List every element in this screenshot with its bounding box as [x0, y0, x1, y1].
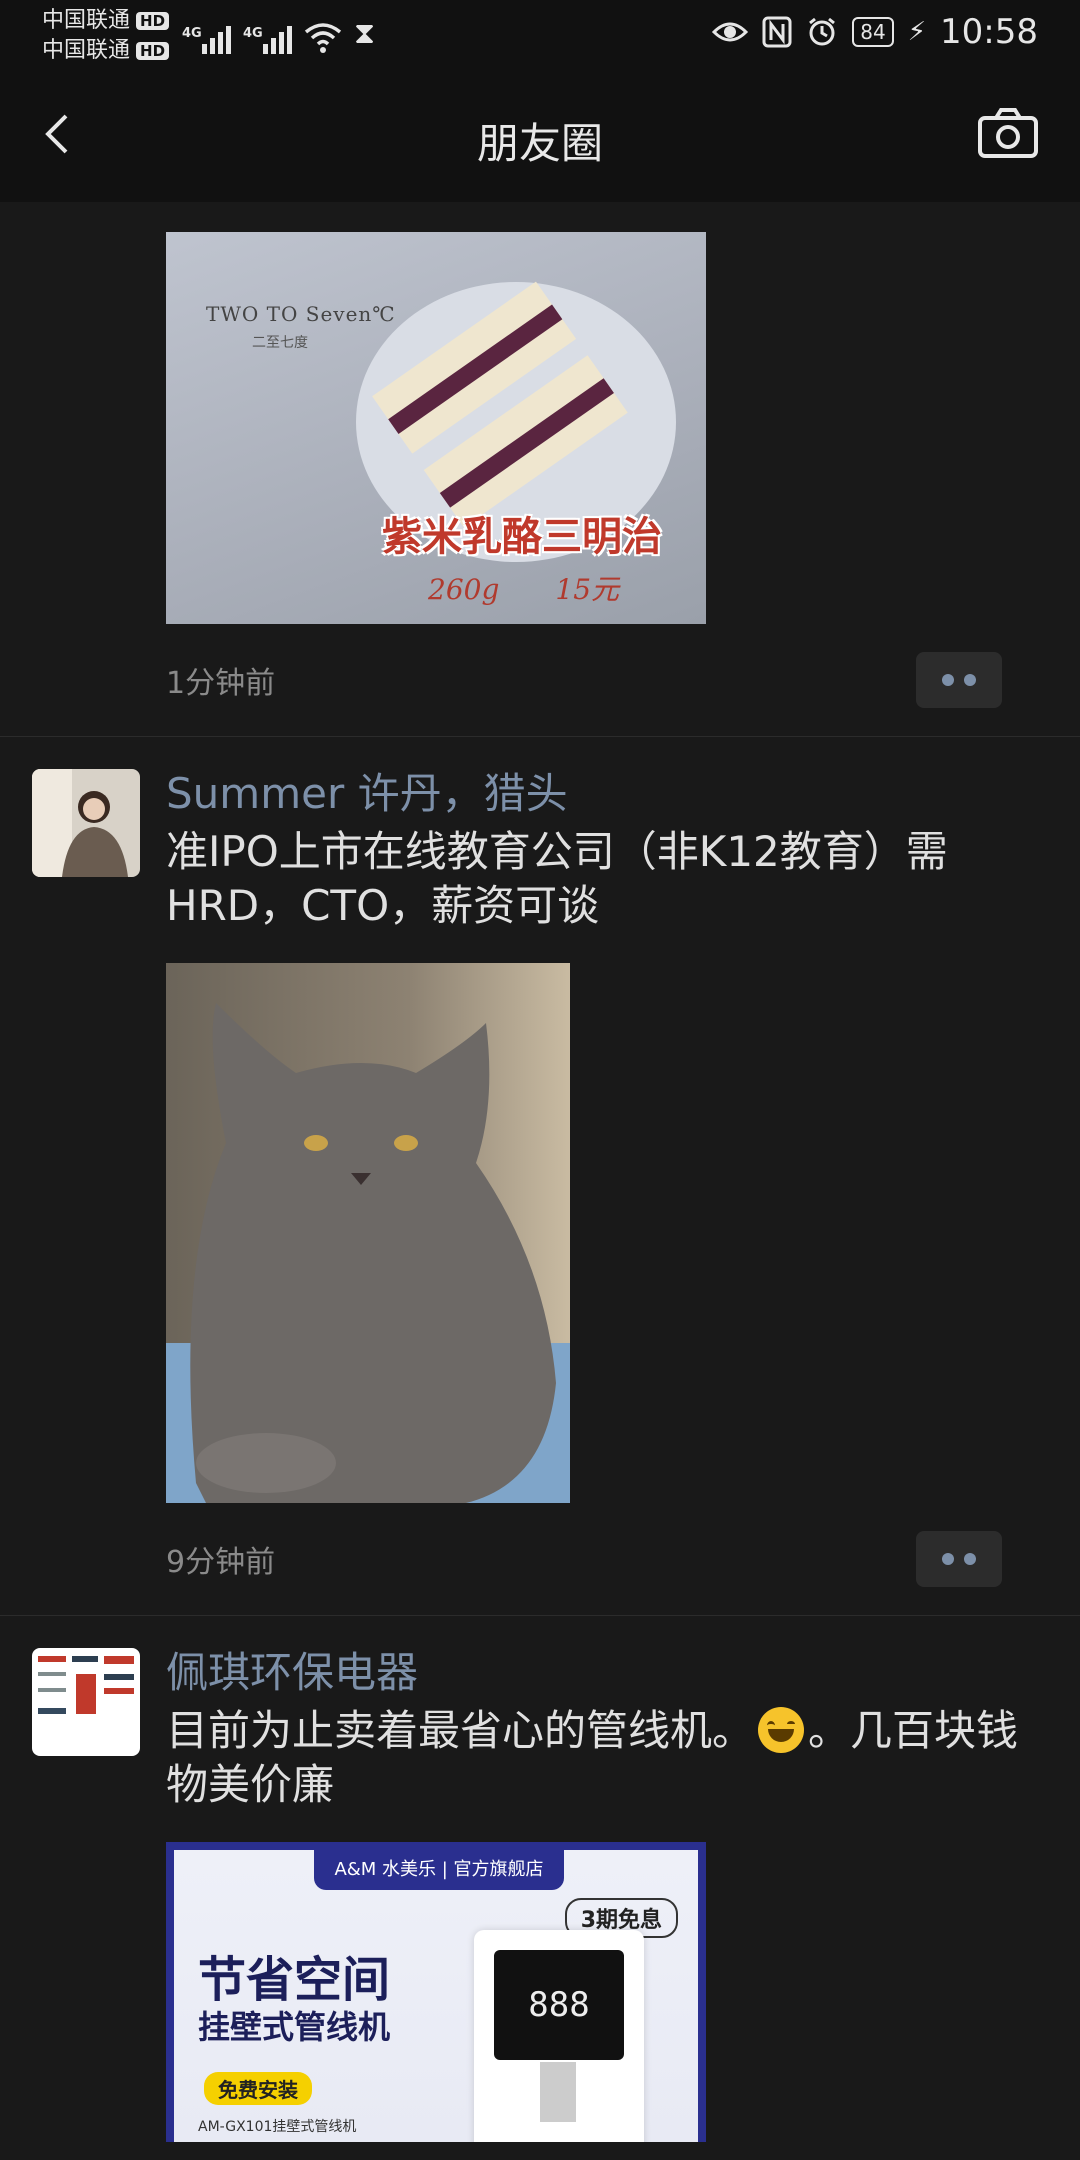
post-meta: 9分钟前 [166, 1503, 1036, 1615]
dot-icon [964, 674, 976, 686]
post-time: 9分钟前 [166, 1545, 276, 1580]
post-time: 1分钟前 [166, 666, 276, 701]
title-bar: 朋友圈 [0, 74, 1080, 202]
post-text-part: 目前为止卖着最省心的管线机。 [166, 1706, 755, 1755]
carrier-name: 中国联通 [42, 38, 131, 63]
water-dispenser-illustration: 888 [474, 1930, 644, 2142]
ad-install-tag: 免费安装 [204, 2072, 312, 2105]
carrier-name: 中国联通 [42, 8, 131, 33]
status-right-group: 84 ⚡ 10:58 [712, 12, 1038, 52]
feed-post: Summer 许丹，猎头 准IPO上市在线教育公司（非K12教育）需HRD，CT… [0, 737, 1080, 1616]
hourglass-icon: ⧗ [354, 16, 376, 51]
device-spout [540, 2062, 576, 2122]
product-weight: 260g [428, 573, 500, 606]
clock: 10:58 [940, 12, 1038, 52]
more-actions-button[interactable] [916, 652, 1002, 708]
network-type-label: 4G [243, 26, 263, 41]
moments-feed: TWO TO Seven℃ 二至七度 紫米乳酪三明治 260g 15元 1分钟前 … [0, 202, 1080, 2142]
dot-icon [942, 1553, 954, 1565]
post-photo[interactable]: TWO TO Seven℃ 二至七度 紫米乳酪三明治 260g 15元 [166, 232, 706, 624]
more-actions-button[interactable] [916, 1531, 1002, 1587]
signal-strength-icon: 4G [182, 26, 231, 54]
signal-indicators: 4G 4G ⧗ [182, 14, 375, 54]
post-meta: 1分钟前 [166, 624, 1036, 736]
post-text: 准IPO上市在线教育公司（非K12教育）需HRD，CTO，薪资可谈 [166, 827, 948, 930]
ad-subtitle: 挂壁式管线机 [198, 2008, 391, 2046]
dot-icon [964, 1553, 976, 1565]
ad-title: 节省空间 [198, 1952, 391, 2008]
device-display: 888 [494, 1950, 624, 2060]
status-bar: 中国联通 HD 中国联通 HD 4G 4G ⧗ 84 ⚡ 10:58 [0, 0, 1080, 74]
signal-strength-icon: 4G [243, 26, 292, 54]
hd-badge: HD [136, 12, 170, 30]
post-photo[interactable]: A&M 水美乐 | 官方旗舰店 3期免息 节省空间 挂壁式管线机 免费安装 AM… [166, 1842, 706, 2142]
post-author[interactable]: 佩琪环保电器 [166, 1646, 1036, 1700]
post-text: 目前为止卖着最省心的管线机。 。几百块钱物美价廉 [166, 1704, 1036, 1812]
grinning-face-emoji-icon [758, 1707, 805, 1753]
avatar[interactable] [32, 769, 140, 877]
product-name-text: 紫米乳酪三明治 [382, 513, 662, 560]
hd-badge: HD [136, 42, 170, 60]
dot-icon [942, 674, 954, 686]
ad-store-header: A&M 水美乐 | 官方旗舰店 [314, 1850, 564, 1890]
product-spec-text: 260g 15元 [428, 568, 619, 608]
alarm-icon [809, 17, 836, 46]
post-photo[interactable] [166, 963, 570, 1503]
network-type-label: 4G [182, 26, 202, 41]
feed-post: TWO TO Seven℃ 二至七度 紫米乳酪三明治 260g 15元 1分钟前 [0, 202, 1080, 737]
ad-model-text: AM-GX101挂壁式管线机 [198, 2119, 357, 2135]
product-price: 15元 [555, 573, 620, 606]
feed-post: 佩琪环保电器 目前为止卖着最省心的管线机。 。几百块钱物美价廉 A&M 水美乐 |… [0, 1616, 1080, 2142]
post-author[interactable]: Summer 许丹，猎头 [166, 767, 1036, 821]
brand-sub-text: 二至七度 [252, 335, 308, 351]
charging-icon: ⚡ [907, 17, 927, 47]
brand-logo-text: TWO TO Seven℃ [206, 302, 396, 326]
nfc-icon [762, 16, 792, 48]
battery-level: 84 [852, 17, 894, 47]
page-title: 朋友圈 [476, 119, 603, 168]
carrier-info: 中国联通 HD 中国联通 HD [42, 6, 170, 66]
avatar[interactable] [32, 1648, 140, 1756]
wifi-icon [304, 23, 342, 53]
camera-icon[interactable] [976, 104, 1040, 164]
eye-icon [712, 22, 749, 42]
